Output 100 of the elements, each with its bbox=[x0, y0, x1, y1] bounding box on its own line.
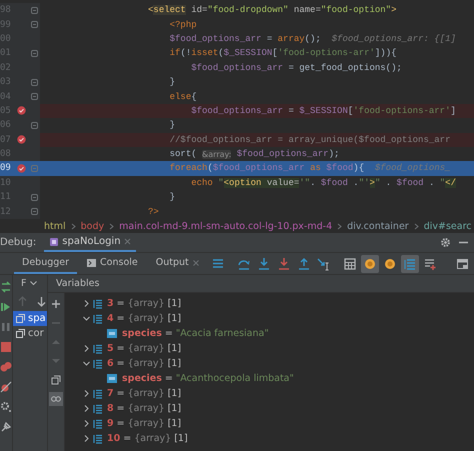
chevron-right-icon bbox=[70, 222, 76, 230]
variable-type: {array} bbox=[128, 418, 165, 429]
code-line: $food_options_arr = array(); $food_options_arr: {[1] bbox=[168, 32, 457, 46]
field-icon bbox=[107, 374, 117, 383]
line-number: 09 bbox=[0, 163, 12, 174]
variable-name: 3 bbox=[107, 298, 114, 309]
chevron-right-icon bbox=[109, 222, 114, 230]
arrow-up-icon[interactable] bbox=[296, 256, 311, 270]
frame-item[interactable]: cor bbox=[13, 326, 47, 341]
play-icon[interactable] bbox=[0, 301, 12, 313]
circle-icon[interactable] bbox=[362, 256, 377, 270]
close-icon[interactable] bbox=[124, 238, 131, 245]
debug-tab[interactable]: Debugger bbox=[14, 253, 78, 274]
array-icon bbox=[93, 418, 102, 428]
variable-type: {array} bbox=[134, 433, 172, 444]
code-line: } bbox=[168, 76, 176, 90]
plus-icon[interactable] bbox=[51, 299, 61, 309]
breadcrumb-item[interactable]: html bbox=[44, 220, 66, 232]
debug-tab[interactable]: Console bbox=[79, 253, 146, 274]
calculator-icon[interactable] bbox=[342, 256, 357, 270]
cursor-arrow-icon[interactable] bbox=[316, 256, 331, 270]
stop-icon[interactable] bbox=[0, 341, 12, 353]
equals-sign: = bbox=[116, 418, 125, 429]
chevron-right-icon[interactable] bbox=[83, 390, 90, 397]
lines-icon[interactable] bbox=[210, 256, 225, 270]
fold-icon[interactable] bbox=[31, 6, 38, 14]
lines-plus-icon[interactable] bbox=[422, 256, 437, 270]
chevron-right-icon[interactable] bbox=[83, 435, 90, 442]
fold-icon[interactable] bbox=[31, 93, 38, 100]
copy-icon[interactable] bbox=[51, 375, 61, 385]
settings-icon[interactable] bbox=[0, 401, 12, 413]
arrow-down-icon[interactable] bbox=[37, 296, 46, 307]
breakpoint-icon[interactable] bbox=[17, 164, 26, 173]
chevron-right-icon[interactable] bbox=[83, 300, 90, 307]
breadcrumb-item[interactable]: div.container bbox=[347, 220, 409, 232]
variable-count: [1] bbox=[168, 298, 182, 309]
chevron-right-icon[interactable] bbox=[83, 420, 90, 427]
variable-value: "Acacia farnesiana" bbox=[176, 328, 269, 339]
variable-count: [1] bbox=[168, 418, 182, 429]
code-line: else{ bbox=[168, 90, 198, 104]
variable-count: [1] bbox=[168, 403, 182, 414]
chevron-down-icon[interactable] bbox=[83, 360, 90, 367]
array-icon bbox=[93, 358, 102, 368]
pause-icon[interactable] bbox=[0, 321, 12, 333]
variable-name: 5 bbox=[107, 343, 114, 354]
glasses-icon[interactable] bbox=[51, 394, 61, 404]
console-icon bbox=[87, 258, 96, 266]
fold-icon[interactable] bbox=[31, 122, 38, 129]
variable-name: species bbox=[122, 328, 162, 339]
variable-name: 9 bbox=[107, 418, 114, 429]
array-icon bbox=[93, 388, 102, 398]
variable-count: [1] bbox=[168, 388, 182, 399]
chevron-right-icon bbox=[414, 222, 419, 230]
layout-icon[interactable] bbox=[457, 258, 468, 268]
arrow-down-icon[interactable] bbox=[276, 256, 291, 270]
chevron-right-icon bbox=[337, 222, 342, 230]
debug-tab[interactable]: Output bbox=[148, 253, 207, 274]
equals-sign: = bbox=[164, 373, 173, 384]
mute-breakpoints-icon[interactable] bbox=[0, 381, 12, 393]
variable-name: 7 bbox=[107, 388, 114, 399]
breadcrumb-item[interactable]: body bbox=[80, 220, 104, 232]
breakpoint-icon[interactable] bbox=[17, 135, 26, 144]
code-line: ?> bbox=[147, 206, 160, 219]
array-icon bbox=[93, 434, 102, 444]
equals-sign: = bbox=[164, 328, 173, 339]
frame-item[interactable]: spa bbox=[13, 311, 47, 326]
variable-name: 8 bbox=[107, 403, 114, 414]
equals-sign: = bbox=[123, 433, 132, 444]
debug-title: Debug: bbox=[0, 237, 36, 248]
fold-icon[interactable] bbox=[31, 208, 38, 216]
variable-name: species bbox=[122, 373, 162, 384]
fold-icon[interactable] bbox=[31, 78, 38, 86]
chevron-right-icon[interactable] bbox=[83, 345, 90, 352]
breadcrumb-item[interactable]: div#searc bbox=[424, 220, 472, 232]
arrow-down-icon[interactable] bbox=[256, 256, 271, 270]
breakpoint-icon[interactable] bbox=[17, 106, 26, 116]
circle-icon[interactable] bbox=[382, 256, 397, 270]
equals-sign: = bbox=[116, 358, 125, 369]
code-line: sort( &array: $food_options_arr); bbox=[168, 148, 340, 162]
code-line: echo "<option value='". $food ."'>" . $food . "</ bbox=[190, 176, 457, 190]
breadcrumb-item[interactable]: main.col-md-9.ml-sm-auto.col-lg-10.px-md-4 bbox=[119, 220, 332, 232]
chevron-right-icon[interactable] bbox=[83, 405, 90, 412]
variable-count: [1] bbox=[168, 343, 182, 354]
close-icon[interactable] bbox=[192, 260, 199, 266]
settings-icon[interactable] bbox=[440, 237, 451, 248]
variable-type: {array} bbox=[128, 298, 165, 309]
fold-icon[interactable] bbox=[31, 50, 38, 57]
code-line: <?php bbox=[168, 18, 198, 32]
pin-icon[interactable] bbox=[0, 421, 12, 433]
chevron-down-icon[interactable] bbox=[83, 315, 90, 322]
frame-icon bbox=[16, 329, 25, 338]
app-icon bbox=[49, 236, 60, 246]
equals-sign: = bbox=[116, 388, 125, 399]
breakpoints-icon[interactable] bbox=[0, 361, 12, 373]
frames-dropdown[interactable]: F bbox=[13, 275, 47, 292]
variable-type: {array} bbox=[128, 343, 165, 354]
array-icon bbox=[93, 404, 102, 414]
fold-icon[interactable] bbox=[31, 21, 38, 28]
fold-icon[interactable] bbox=[31, 194, 38, 201]
rerun-icon[interactable] bbox=[0, 281, 12, 293]
